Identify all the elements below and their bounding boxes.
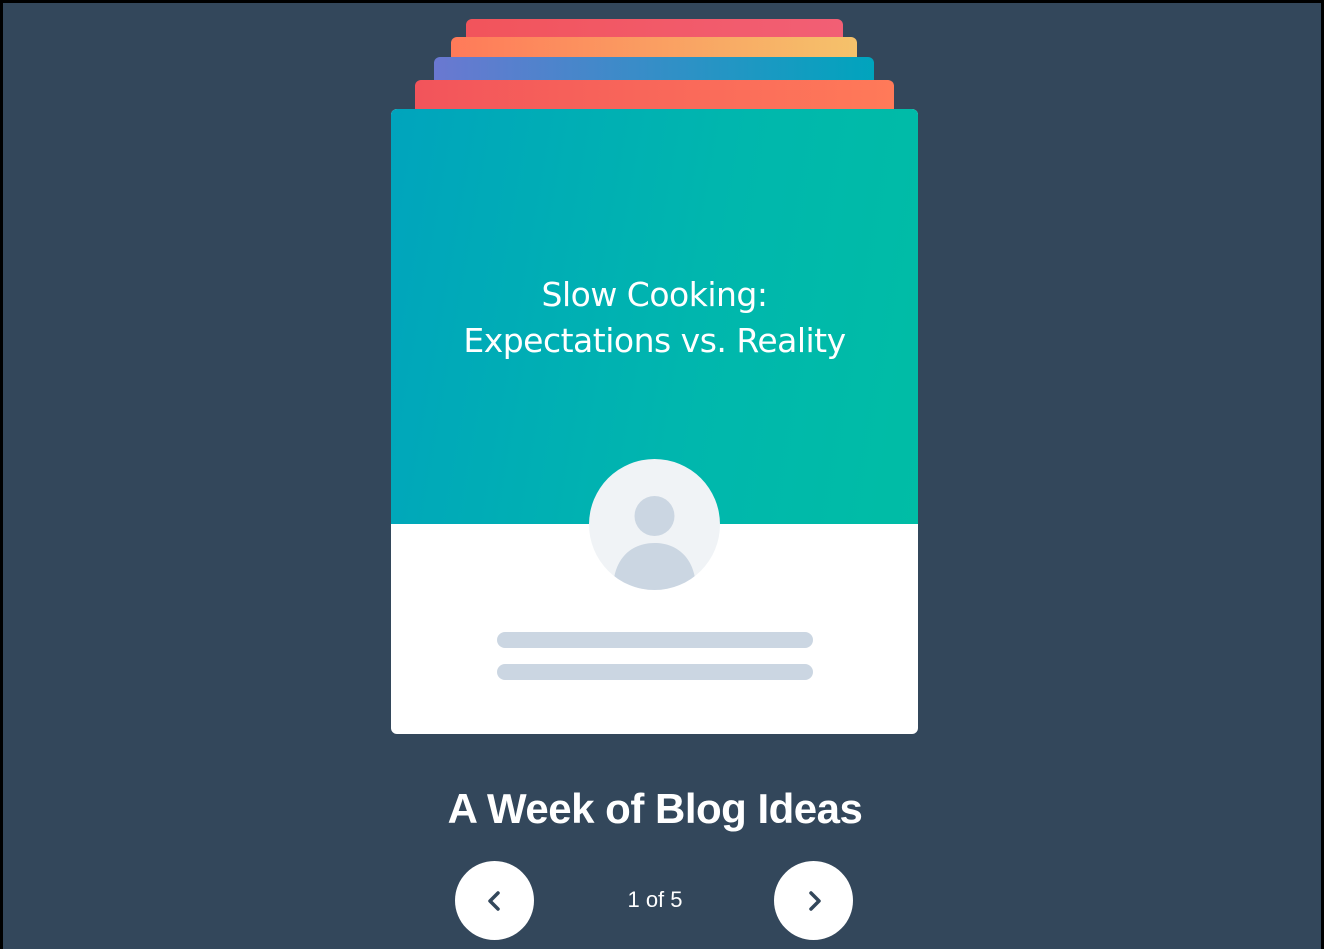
- chevron-left-icon: [488, 891, 500, 911]
- pagination-indicator: 1 of 5: [627, 887, 683, 912]
- page-heading: A Week of Blog Ideas: [447, 785, 863, 832]
- placeholder-text-line: [497, 664, 813, 680]
- user-avatar-icon: [589, 459, 720, 590]
- placeholder-text-line: [497, 632, 813, 648]
- previous-button[interactable]: [455, 861, 534, 940]
- card-title: Slow Cooking: Expectations vs. Reality: [391, 272, 918, 364]
- chevron-right-icon: [809, 891, 821, 911]
- blog-idea-card: Slow Cooking: Expectations vs. Reality: [391, 109, 918, 734]
- next-button[interactable]: [774, 861, 853, 940]
- card-title-line-1: Slow Cooking:: [541, 275, 768, 314]
- card-title-line-2: Expectations vs. Reality: [463, 321, 846, 360]
